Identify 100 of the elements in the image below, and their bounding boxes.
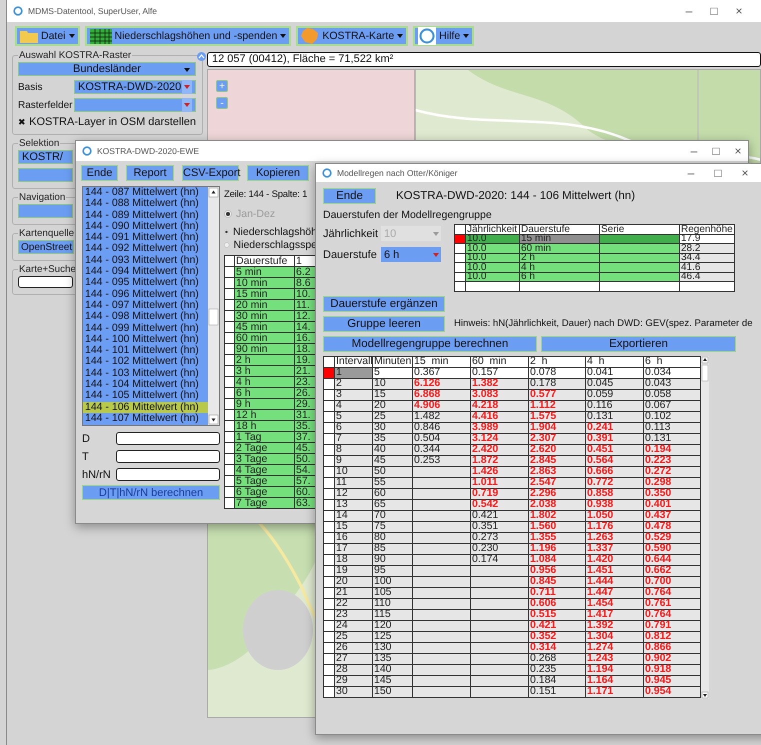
table-icon xyxy=(90,28,112,44)
list-item[interactable]: 144 - 091 Mittelwert (hn) xyxy=(83,232,208,244)
toolbar-button[interactable]: Kopieren xyxy=(247,165,309,181)
row-indicator[interactable] xyxy=(324,433,334,444)
dropdown[interactable]: Bundesländer xyxy=(18,62,196,76)
row-indicator[interactable] xyxy=(324,653,334,664)
row-indicator[interactable] xyxy=(324,422,334,433)
add-duration-button[interactable]: Dauerstufe ergänzen xyxy=(323,296,445,312)
row-indicator[interactable] xyxy=(324,444,334,455)
list-item[interactable]: 144 - 099 Mittelwert (hn) xyxy=(83,322,208,334)
list-item[interactable]: 144 - 100 Mittelwert (hn) xyxy=(83,334,208,346)
row-indicator[interactable] xyxy=(324,587,334,598)
row-indicator[interactable] xyxy=(324,400,334,411)
dropdown[interactable]: KOSTRA-DWD-2020 xyxy=(74,80,196,94)
column-header: Serie xyxy=(600,224,680,234)
dropdown[interactable]: 6 h xyxy=(381,247,441,262)
list-item[interactable]: 144 - 087 Mittelwert (hn) xyxy=(83,187,208,198)
compute-button[interactable]: D|T|hN/rN berechnen xyxy=(82,485,220,500)
collapse-icon[interactable] xyxy=(197,52,206,61)
maximize-button[interactable]: □ xyxy=(710,144,722,158)
table-cell xyxy=(224,278,234,288)
row-indicator[interactable] xyxy=(324,675,334,686)
row-indicator[interactable] xyxy=(324,521,334,532)
dropdown[interactable]: KOSTR/ xyxy=(18,150,73,164)
toolbar-button[interactable]: CSV-Export xyxy=(182,165,239,181)
row-indicator[interactable] xyxy=(324,554,334,565)
list-item[interactable]: 144 - 095 Mittelwert (hn) xyxy=(83,277,208,289)
close-button[interactable]: × xyxy=(739,166,751,180)
minimize-button[interactable]: – xyxy=(683,4,695,18)
field-label: Basis xyxy=(18,82,44,92)
list-item[interactable]: 144 - 104 Mittelwert (hn) xyxy=(83,379,208,390)
row-indicator[interactable] xyxy=(324,411,334,422)
row-indicator[interactable] xyxy=(324,664,334,675)
list-item[interactable]: 144 - 092 Mittelwert (hn) xyxy=(83,243,208,255)
checkbox[interactable]: ✖ xyxy=(18,117,26,127)
row-indicator[interactable] xyxy=(324,686,334,697)
list-item[interactable]: 144 - 101 Mittelwert (hn) xyxy=(83,345,208,356)
list-item[interactable]: 144 - 107 Mittelwert (hn) xyxy=(83,412,208,424)
toolbar-button[interactable]: Ende xyxy=(81,165,118,181)
caret-icon xyxy=(433,232,439,236)
row-indicator[interactable] xyxy=(324,543,334,554)
close-button[interactable]: × xyxy=(732,144,744,158)
search-field[interactable] xyxy=(18,276,73,288)
end-button[interactable]: Ende xyxy=(323,188,376,204)
input-field[interactable] xyxy=(116,432,220,445)
row-indicator[interactable] xyxy=(324,565,334,576)
row-indicator[interactable] xyxy=(324,532,334,543)
row-indicator[interactable] xyxy=(324,488,334,499)
radio-button[interactable] xyxy=(224,228,229,236)
row-indicator[interactable] xyxy=(324,576,334,587)
list-item[interactable]: 144 - 089 Mittelwert (hn) xyxy=(83,210,208,221)
input-field[interactable] xyxy=(116,450,220,463)
row-indicator[interactable] xyxy=(324,609,334,620)
list-item[interactable]: 144 - 096 Mittelwert (hn) xyxy=(83,288,208,300)
toolbar-button[interactable]: Report xyxy=(126,165,174,181)
row-indicator[interactable] xyxy=(324,499,334,510)
list-item[interactable]: 144 - 098 Mittelwert (hn) xyxy=(83,311,208,323)
menu-button[interactable]: KOSTRA-Karte xyxy=(296,26,408,46)
clear-group-button[interactable]: Gruppe leeren xyxy=(323,316,445,332)
checkbox-label: KOSTRA-Layer in OSM darstellen xyxy=(29,116,196,128)
menu-button[interactable]: Hilfe xyxy=(413,26,474,46)
field-label: T xyxy=(82,450,90,462)
menu-button[interactable]: Niederschlagshöhen und -spenden xyxy=(84,26,292,46)
list-item[interactable]: 144 - 093 Mittelwert (hn) xyxy=(83,254,208,266)
row-indicator[interactable] xyxy=(324,466,334,477)
table-cell xyxy=(224,288,234,300)
compute-button[interactable]: Modellregengruppe berechnen xyxy=(323,336,537,352)
list-item[interactable]: 144 - 094 Mittelwert (hn) xyxy=(83,266,208,278)
list-item[interactable]: 144 - 105 Mittelwert (hn) xyxy=(83,390,208,402)
row-indicator[interactable] xyxy=(324,477,334,488)
column-header: 15 min xyxy=(412,356,470,367)
menu-button[interactable]: Datei xyxy=(15,26,80,46)
list-item[interactable]: 144 - 103 Mittelwert (hn) xyxy=(83,368,208,380)
row-indicator[interactable] xyxy=(324,598,334,609)
list-item[interactable]: 144 - 106 Mittelwert (hn) xyxy=(83,402,208,413)
map-source-button[interactable]: OpenStreet xyxy=(18,240,74,254)
row-indicator[interactable] xyxy=(324,642,334,653)
radio-label: Jan-Dez xyxy=(236,208,276,220)
minimize-button[interactable]: – xyxy=(685,166,697,180)
info-field: 12 057 (00412), Fläche = 71,522 km² xyxy=(207,52,761,67)
minimize-button[interactable]: – xyxy=(688,144,700,158)
list-item[interactable]: 144 - 088 Mittelwert (hn) xyxy=(83,198,208,210)
row-indicator[interactable] xyxy=(324,389,334,400)
row-indicator[interactable] xyxy=(324,510,334,521)
row-indicator[interactable] xyxy=(324,631,334,642)
list-item[interactable]: 144 - 097 Mittelwert (hn) xyxy=(83,300,208,312)
export-button[interactable]: Exportieren xyxy=(541,336,736,352)
row-indicator[interactable] xyxy=(324,378,334,389)
scroll-bar[interactable] xyxy=(701,356,709,698)
row-indicator[interactable] xyxy=(324,620,334,631)
maximize-button[interactable]: □ xyxy=(708,4,720,18)
input-field[interactable] xyxy=(116,468,220,481)
maximize-button[interactable]: □ xyxy=(712,166,724,180)
caret-icon xyxy=(68,34,75,38)
close-button[interactable]: × xyxy=(733,4,745,18)
list-item[interactable]: 144 - 090 Mittelwert (hn) xyxy=(83,220,208,232)
radio-button[interactable] xyxy=(224,241,230,249)
scroll-bar[interactable] xyxy=(208,187,219,425)
list-item[interactable]: 144 - 102 Mittelwert (hn) xyxy=(83,356,208,368)
row-indicator[interactable] xyxy=(324,455,334,466)
